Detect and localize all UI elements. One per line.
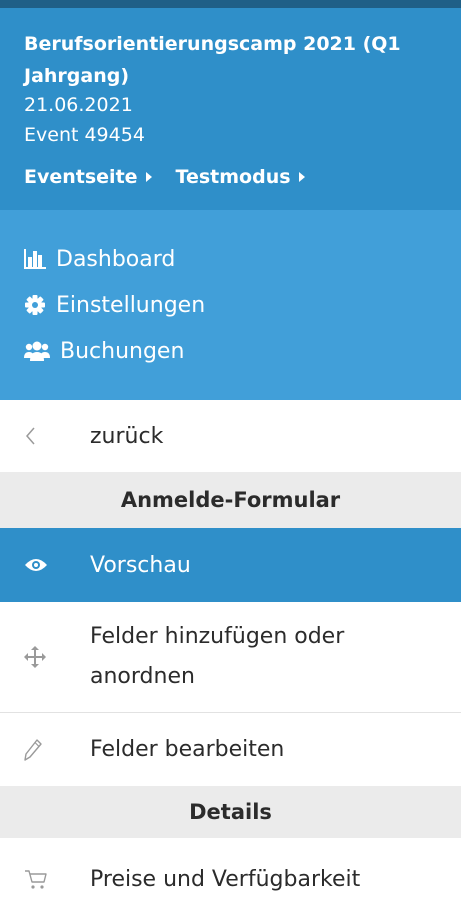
nav-item-label: Dashboard — [56, 246, 176, 272]
nav-item-settings[interactable]: Einstellungen — [0, 282, 461, 328]
eye-icon — [24, 557, 90, 573]
event-links: Eventseite Testmodus — [24, 166, 305, 188]
cart-icon — [24, 868, 90, 890]
move-arrows-icon — [24, 646, 90, 668]
prices-label: Preise und Verfügbarkeit — [90, 866, 361, 892]
event-title-line1: Berufsorientierungscamp 2021 (Q1 — [24, 33, 401, 55]
main-nav: Dashboard Einstellungen Buchungen — [0, 210, 461, 400]
event-title-line2: Jahrgang) — [24, 65, 130, 87]
side-menu: zurück Anmelde-Formular Vorschau Felder — [0, 400, 461, 905]
event-date: 21.06.2021 — [24, 94, 133, 116]
chevron-left-icon — [24, 426, 90, 446]
back-link[interactable]: zurück — [0, 400, 461, 472]
caret-right-icon — [298, 172, 305, 182]
menu-item-add-fields[interactable]: Felder hinzufügen oder anordnen — [0, 602, 461, 713]
edit-fields-label: Felder bearbeiten — [90, 737, 285, 762]
users-icon — [24, 341, 50, 361]
section-header-details: Details — [0, 786, 461, 838]
caret-right-icon — [145, 172, 152, 182]
preview-label: Vorschau — [90, 552, 191, 578]
event-header: Berufsorientierungscamp 2021 (Q1 Jahrgan… — [0, 8, 461, 210]
back-label: zurück — [90, 423, 164, 449]
add-fields-text: Felder hinzufügen oder anordnen — [90, 617, 344, 697]
event-page-link[interactable]: Eventseite — [24, 166, 152, 188]
test-mode-link[interactable]: Testmodus — [176, 166, 305, 188]
event-page-link-label: Eventseite — [24, 166, 138, 188]
event-id: Event 49454 — [24, 124, 145, 146]
gear-icon — [25, 295, 45, 315]
add-fields-line1: Felder hinzufügen oder — [90, 624, 345, 649]
nav-item-label: Buchungen — [60, 338, 185, 364]
test-mode-link-label: Testmodus — [175, 166, 291, 188]
nav-item-bookings[interactable]: Buchungen — [0, 328, 461, 374]
nav-item-label: Einstellungen — [56, 292, 206, 318]
menu-item-preview[interactable]: Vorschau — [0, 528, 461, 602]
top-bar — [0, 0, 461, 8]
nav-item-dashboard[interactable]: Dashboard — [0, 236, 461, 282]
add-fields-line2: anordnen — [90, 664, 195, 689]
menu-item-edit-fields[interactable]: Felder bearbeiten — [0, 713, 461, 786]
bar-chart-icon — [24, 249, 46, 269]
menu-item-prices[interactable]: Preise und Verfügbarkeit — [0, 838, 461, 905]
section-header-form: Anmelde-Formular — [0, 472, 461, 528]
pencil-icon — [24, 738, 90, 761]
